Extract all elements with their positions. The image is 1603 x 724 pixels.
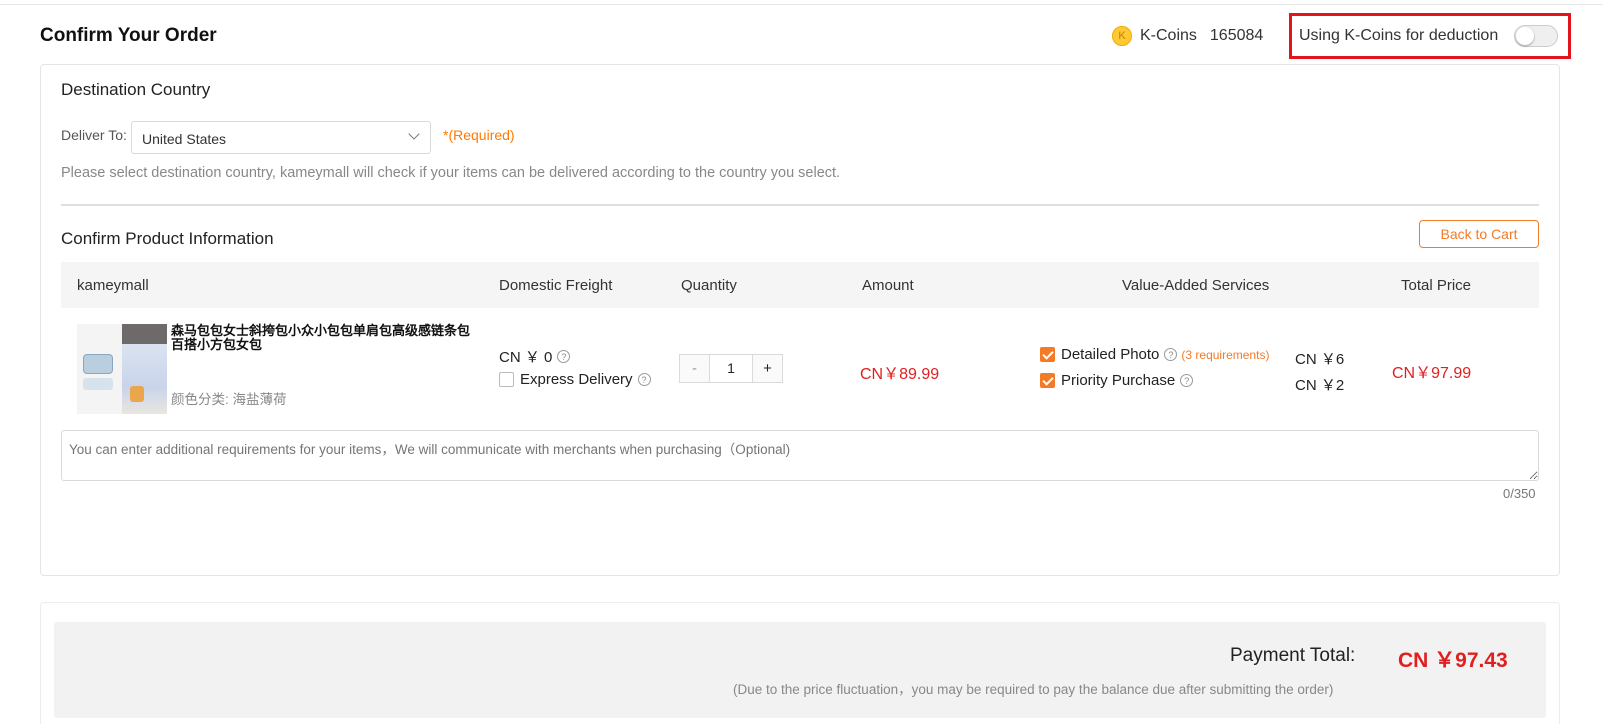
service-price: CN ￥6 [1295,351,1345,368]
service-price: CN ￥2 [1295,377,1345,394]
destination-section-title: Destination Country [61,80,211,99]
col-total: Total Price [1401,277,1472,294]
page-title: Confirm Your Order [40,25,217,46]
deduction-label: Using K-Coins for deduction [1299,27,1499,44]
bag-image [83,354,113,374]
col-seller: kameymall [77,277,149,294]
product-thumbnail[interactable] [77,324,167,414]
col-amount: Amount [862,277,914,294]
help-icon[interactable]: ? [1180,374,1194,387]
kcoins-value: 165084 [1209,27,1264,44]
deduction-toggle[interactable] [1514,25,1558,47]
payment-summary [54,622,1546,718]
payment-total-value: CN ￥97.43 [1398,649,1508,672]
domestic-freight: CN ￥ 0 ? [499,346,571,367]
kcoins-balance: K K-Coins 165084 [1112,26,1263,46]
remarks-counter: 0/350 [1503,486,1536,501]
deliver-to-label: Deliver To: [61,127,127,143]
back-to-cart-button[interactable]: Back to Cart [1419,220,1539,248]
service-label: Detailed Photo [1061,346,1160,363]
kcoins-label: K-Coins [1140,27,1197,44]
chevron-down-icon [408,128,420,140]
kcoins-deduction-box: Using K-Coins for deduction [1289,13,1571,59]
quantity-input[interactable]: 1 [709,355,753,382]
express-checkbox[interactable] [499,372,514,387]
express-label: Express Delivery [520,371,633,388]
help-icon[interactable]: ? [557,350,571,363]
quantity-decrease-button[interactable]: - [680,355,709,382]
item-total-price: CN￥97.99 [1392,365,1472,382]
model-image [122,324,167,414]
kcoin-icon: K [1112,26,1132,46]
product-attribute: 颜色分类: 海盐薄荷 [171,392,287,407]
top-divider [0,4,1603,5]
bag-image-secondary [83,378,113,390]
section-divider [61,204,1539,206]
required-marker: *(Required) [443,127,515,143]
product-name[interactable]: 森马包包女士斜挎包小众小包包单肩包高级感链条包百搭小方包女包 [171,324,471,352]
col-freight: Domestic Freight [499,277,613,294]
col-quantity: Quantity [681,277,737,294]
service-detailed-photo[interactable]: Detailed Photo ? (3 requirements) [1040,346,1269,363]
country-select[interactable]: United States [131,121,431,154]
help-icon[interactable]: ? [1164,348,1178,361]
service-label: Priority Purchase [1061,372,1176,389]
product-table-header: kameymall Domestic Freight Quantity Amou… [61,262,1539,308]
priority-purchase-checkbox[interactable] [1040,373,1055,388]
selected-country: United States [142,131,227,147]
detailed-photo-checkbox[interactable] [1040,347,1055,362]
col-services: Value-Added Services [1122,277,1270,294]
quantity-increase-button[interactable]: + [753,355,782,382]
help-icon[interactable]: ? [637,373,651,386]
product-section-title: Confirm Product Information [61,229,274,248]
service-priority-purchase[interactable]: Priority Purchase ? [1040,372,1194,389]
payment-total-label: Payment Total: [1230,645,1356,666]
express-delivery-option[interactable]: Express Delivery ? [499,371,651,388]
quantity-stepper: - 1 + [679,354,783,383]
payment-note: (Due to the price fluctuation，you may be… [733,682,1334,697]
requirements-link[interactable]: (3 requirements) [1181,348,1269,362]
destination-hint: Please select destination country, kamey… [61,165,841,181]
freight-value: CN ￥ 0 [499,349,553,366]
item-amount: CN￥89.99 [860,366,940,383]
remarks-textarea[interactable] [61,430,1539,481]
toggle-knob [1516,27,1534,45]
